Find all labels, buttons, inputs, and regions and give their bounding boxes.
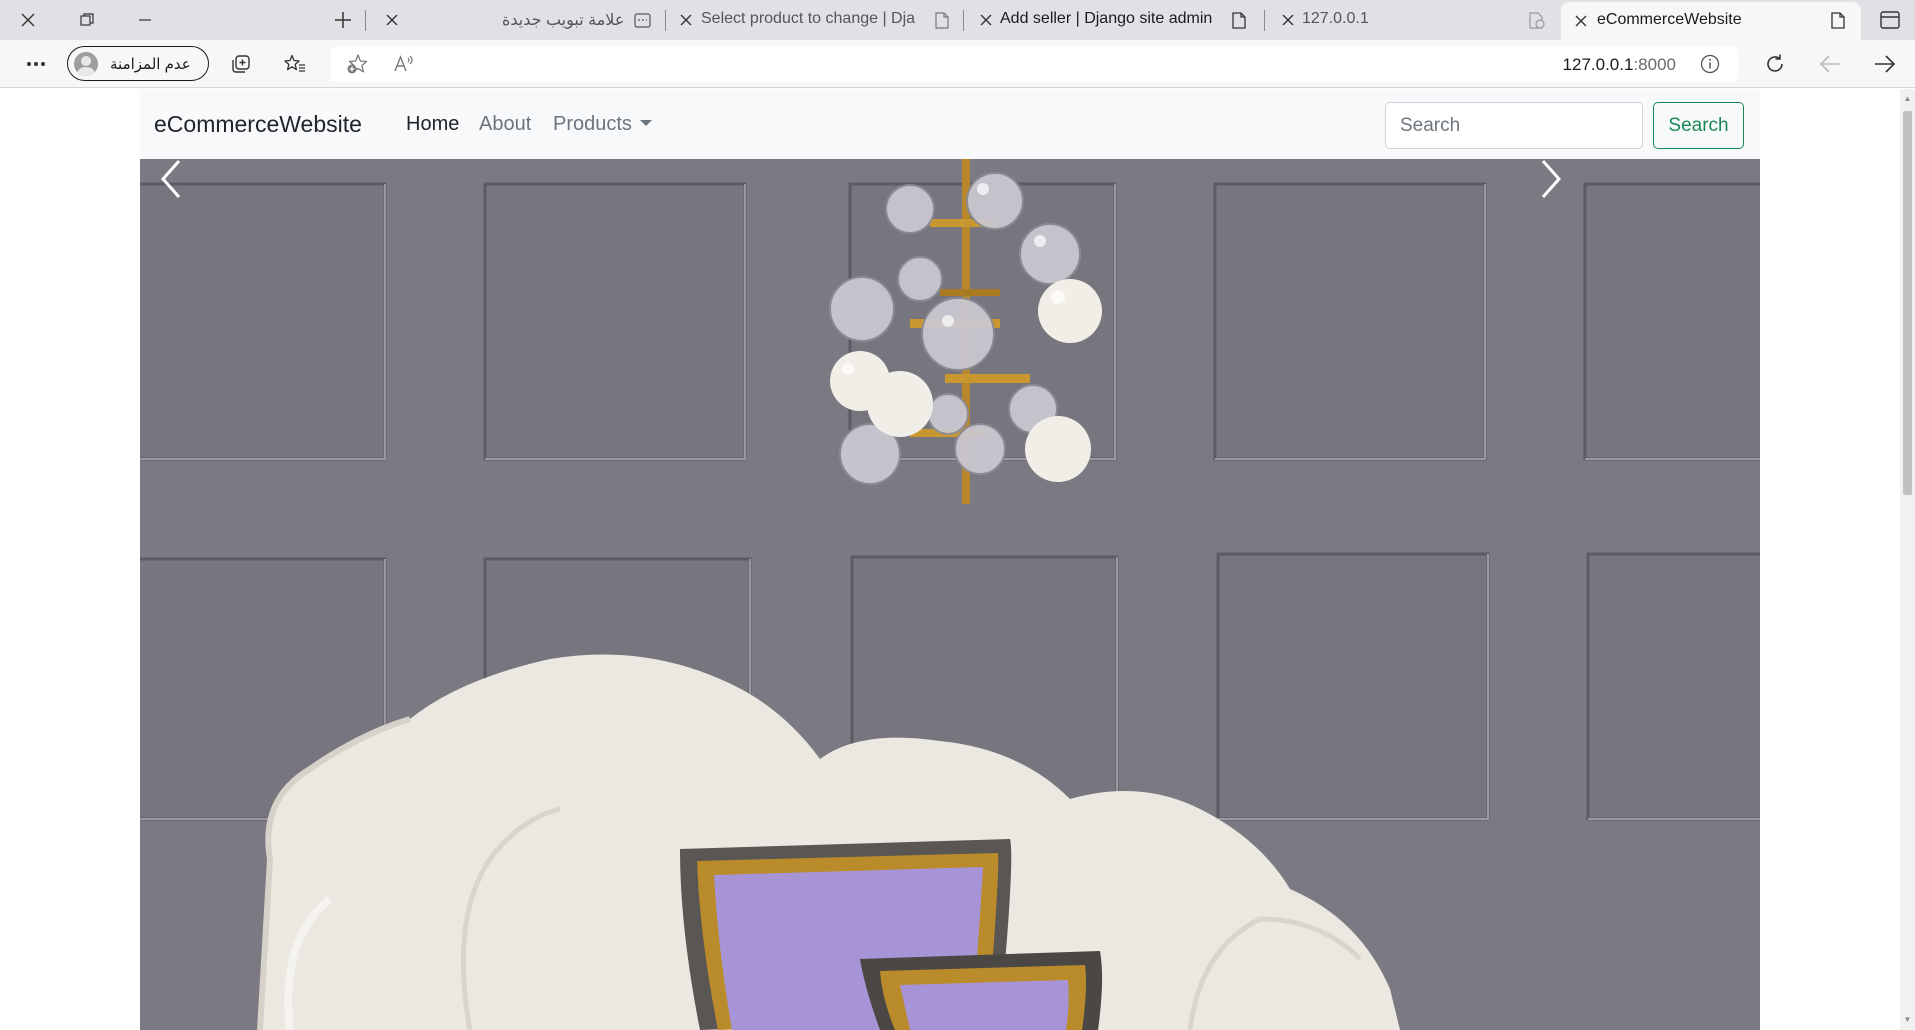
scroll-up-arrow-icon[interactable]: ▲	[1903, 95, 1912, 103]
search-button[interactable]: Search	[1653, 102, 1744, 149]
add-favorite-icon[interactable]	[346, 53, 370, 75]
back-arrow-icon[interactable]	[1818, 53, 1842, 75]
carousel-prev-button[interactable]	[160, 159, 360, 1030]
page-icon	[1829, 11, 1847, 29]
close-tab-icon[interactable]	[978, 12, 994, 28]
collections-icon[interactable]	[230, 53, 252, 75]
tab-separator	[665, 10, 666, 31]
window-restore-icon[interactable]	[77, 10, 97, 30]
page-scrollbar[interactable]: ▲ ▼	[1900, 89, 1915, 1030]
close-tab-icon[interactable]	[1573, 13, 1589, 29]
window-close-icon[interactable]	[18, 10, 38, 30]
page-icon	[1230, 11, 1248, 29]
close-tab-icon[interactable]	[384, 12, 400, 28]
profile-button[interactable]: عدم المزامنة	[67, 46, 209, 81]
nav-about-link[interactable]: About	[479, 113, 531, 136]
nav-home-link[interactable]: Home	[406, 113, 459, 136]
tab-separator	[963, 10, 964, 31]
nav-products-label: Products	[553, 113, 632, 135]
tab-title: Select product to change | Djang	[701, 10, 916, 27]
page-icon	[1528, 11, 1546, 29]
close-tab-icon[interactable]	[1280, 12, 1296, 28]
tab-title: 127.0.0.1	[1302, 10, 1369, 27]
hero-carousel	[140, 159, 1760, 1030]
favorites-icon[interactable]	[284, 53, 306, 75]
more-options-icon[interactable]	[24, 53, 48, 75]
tab-localhost[interactable]: 127.0.0.1	[1268, 0, 1558, 40]
scroll-down-arrow-icon[interactable]: ▼	[1903, 1016, 1912, 1024]
carousel-next-button[interactable]	[1540, 159, 1740, 1030]
site-info-icon[interactable]	[1700, 54, 1720, 74]
url-field[interactable]: 127.0.0.1:8000	[331, 46, 1738, 82]
profile-label: عدم المزامنة	[110, 56, 191, 73]
search-input[interactable]	[1385, 102, 1643, 149]
url-text: 127.0.0.1:8000	[1563, 55, 1676, 75]
avatar	[74, 52, 98, 76]
tab-new-tab[interactable]: علامة تبويب جديدة	[370, 0, 662, 40]
read-aloud-icon[interactable]	[393, 54, 415, 74]
forward-arrow-icon[interactable]	[1873, 53, 1897, 75]
tab-title: Add seller | Django site admin	[1000, 10, 1213, 27]
tab-separator	[1264, 10, 1265, 31]
new-tab-page-icon	[633, 11, 651, 29]
window-minimize-icon[interactable]	[135, 10, 155, 30]
url-port: :8000	[1633, 55, 1676, 74]
address-bar: عدم المزامنة 127.0.0.1:8000	[0, 40, 1915, 88]
close-tab-icon[interactable]	[678, 12, 694, 28]
tab-select-product[interactable]: Select product to change | Djang	[668, 0, 960, 40]
page-viewport: eCommerceWebsite Home About Products Sea…	[0, 89, 1900, 1030]
page-icon	[933, 11, 951, 29]
dropdown-caret-icon	[639, 120, 652, 126]
new-tab-plus-icon[interactable]	[332, 9, 354, 31]
url-host: 127.0.0.1	[1562, 55, 1634, 74]
scroll-thumb[interactable]	[1903, 111, 1912, 495]
tab-separator	[365, 10, 366, 31]
tab-ecommerce[interactable]: eCommerceWebsite	[1561, 2, 1861, 40]
tab-title: علامة تبويب جديدة	[502, 12, 625, 29]
tab-add-seller[interactable]: Add seller | Django site admin	[966, 0, 1262, 40]
tab-actions-icon[interactable]	[1879, 9, 1901, 31]
tab-strip: علامة تبويب جديدة Select product to chan…	[0, 0, 1915, 40]
site-brand[interactable]: eCommerceWebsite	[154, 111, 362, 138]
nav-products-dropdown[interactable]: Products	[553, 113, 652, 136]
site-navbar: eCommerceWebsite Home About Products Sea…	[140, 89, 1760, 159]
carousel-slide-image	[140, 159, 1760, 1030]
refresh-icon[interactable]	[1763, 52, 1787, 76]
tab-title: eCommerceWebsite	[1597, 11, 1742, 28]
